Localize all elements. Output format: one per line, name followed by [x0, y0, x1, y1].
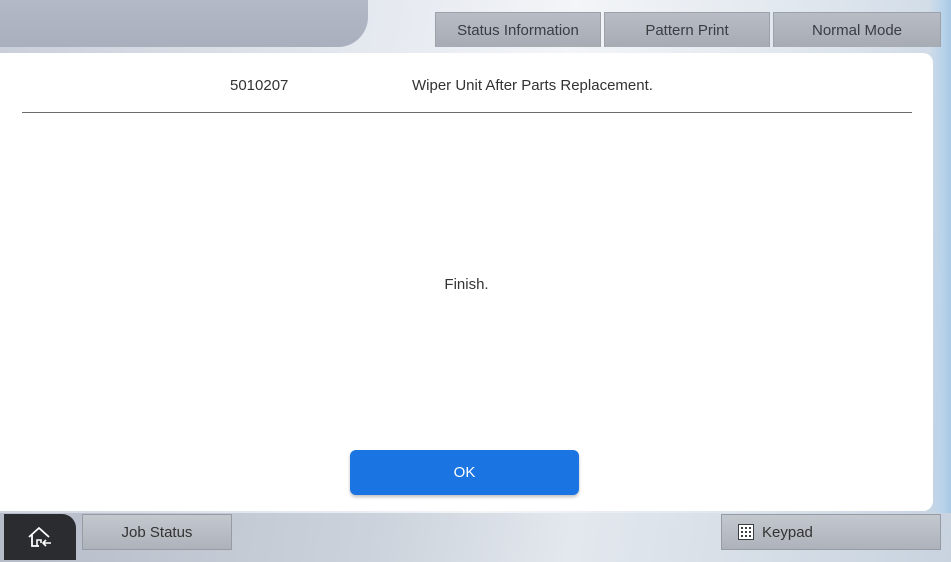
- keypad-label: Keypad: [762, 523, 813, 541]
- ok-button[interactable]: OK: [350, 450, 579, 495]
- header-left-tab: [0, 0, 368, 47]
- home-button[interactable]: [4, 514, 76, 560]
- dialog-title: Wiper Unit After Parts Replacement.: [412, 77, 653, 94]
- normal-mode-button[interactable]: Normal Mode: [773, 12, 941, 47]
- keypad-icon: [738, 524, 754, 540]
- dialog-divider: [22, 112, 912, 113]
- job-status-button[interactable]: Job Status: [82, 514, 232, 550]
- dialog-message: Finish.: [444, 276, 489, 293]
- pattern-print-button[interactable]: Pattern Print: [604, 12, 770, 47]
- dialog-panel: 5010207 Wiper Unit After Parts Replaceme…: [0, 53, 933, 511]
- dialog-code: 5010207: [230, 77, 289, 94]
- keypad-button[interactable]: Keypad: [721, 514, 941, 550]
- home-icon: [27, 526, 53, 548]
- status-information-button[interactable]: Status Information: [435, 12, 601, 47]
